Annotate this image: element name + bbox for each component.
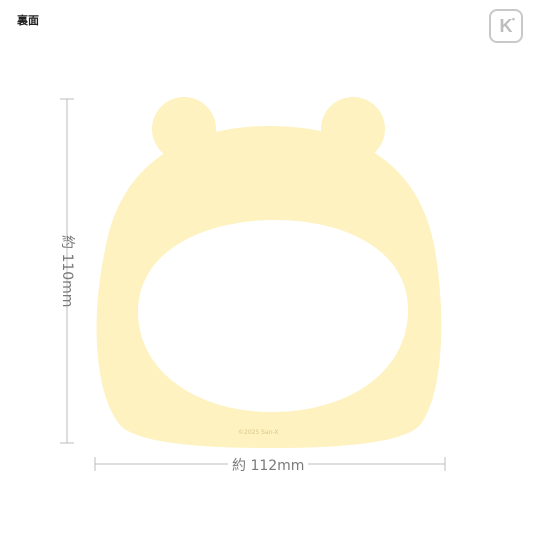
teether-ring	[96, 97, 442, 448]
copyright-text: ©2025 San-X	[238, 429, 279, 436]
height-dimension-label: 約 110mm	[59, 235, 75, 308]
width-dimension-label: 約 112mm	[228, 455, 309, 475]
ring-body	[96, 126, 442, 448]
